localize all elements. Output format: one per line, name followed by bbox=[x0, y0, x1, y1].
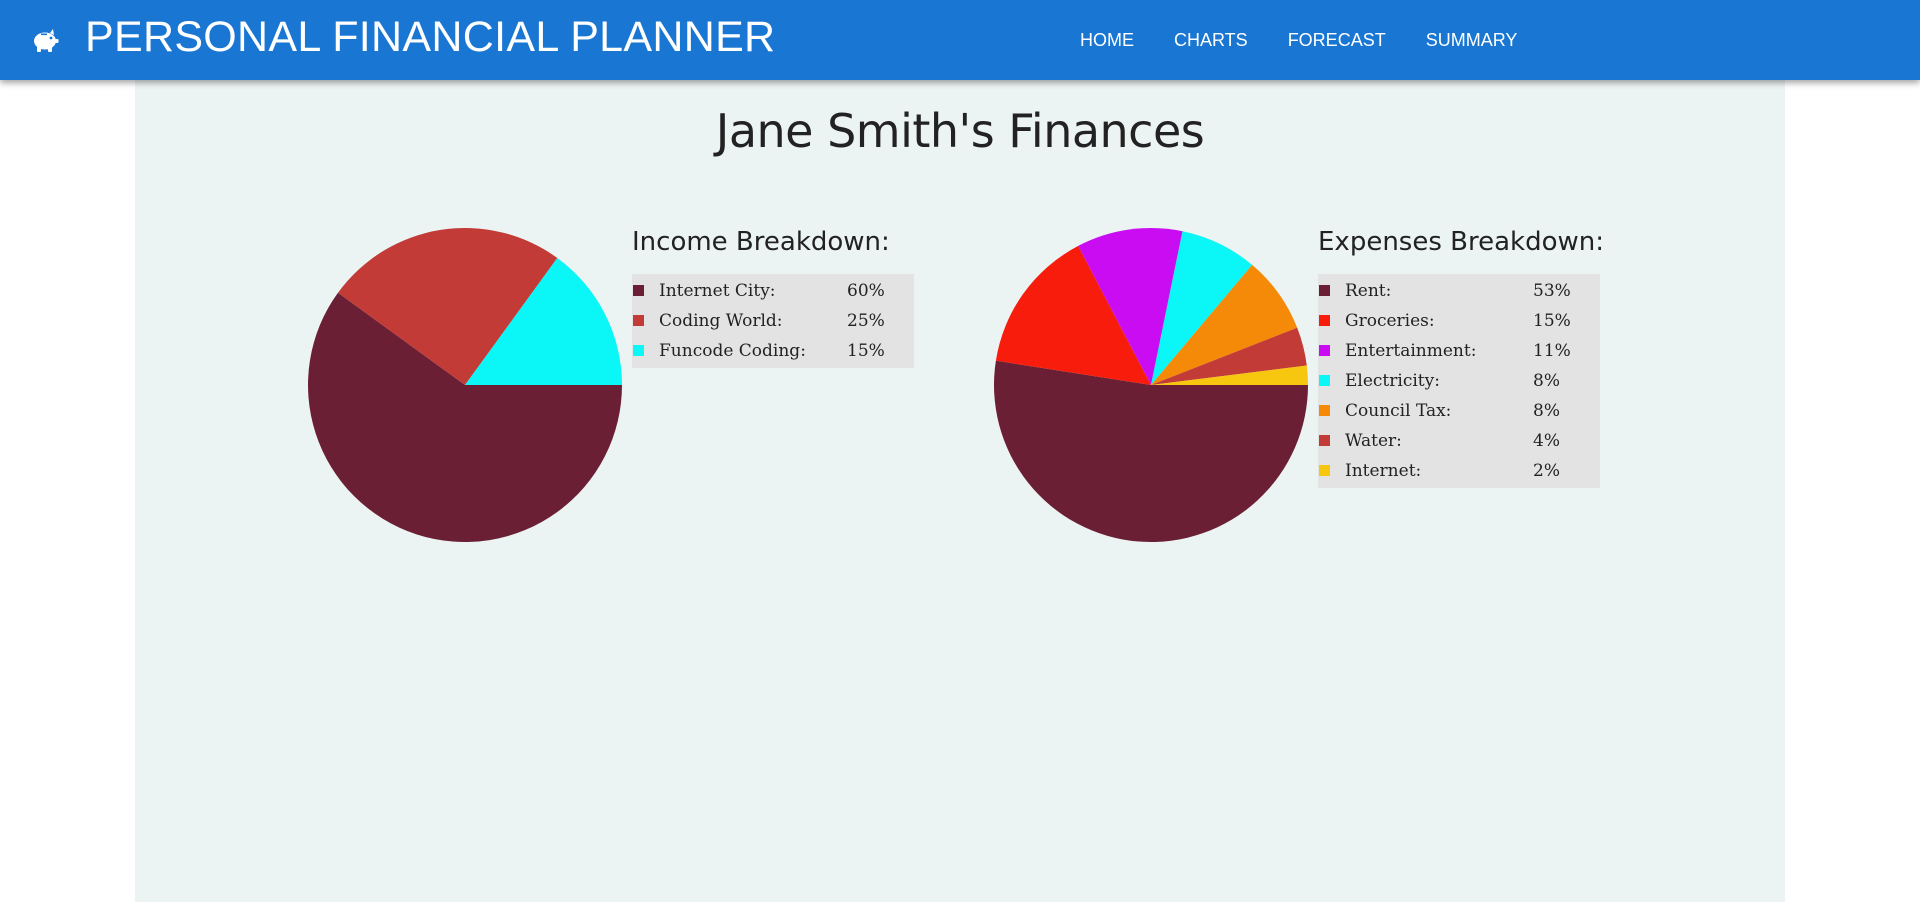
legend-swatch bbox=[1319, 315, 1330, 326]
legend-label: Council Tax: bbox=[1345, 401, 1452, 421]
legend-swatch bbox=[1319, 375, 1330, 386]
legend-swatch bbox=[1319, 435, 1330, 446]
legend-percent: 4% bbox=[1533, 431, 1560, 451]
legend-label: Electricity: bbox=[1345, 371, 1440, 391]
legend-item: Water: 4% bbox=[1318, 426, 1600, 456]
legend-percent: 8% bbox=[1533, 371, 1560, 391]
legend-label: Internet City: bbox=[659, 281, 776, 301]
income-legend: Internet City: 60% Coding World: 25% Funcode… bbox=[632, 274, 914, 368]
legend-percent: 8% bbox=[1533, 401, 1560, 421]
legend-percent: 15% bbox=[1533, 311, 1571, 331]
expenses-legend: Rent: 53% Groceries: 15% Entertainment: 11% El… bbox=[1318, 274, 1600, 488]
legend-item: Coding World: 25% bbox=[632, 306, 914, 336]
legend-label: Entertainment: bbox=[1345, 341, 1477, 361]
page-title: Jane Smith's Finances bbox=[715, 104, 1205, 158]
legend-item: Internet: 2% bbox=[1318, 456, 1600, 486]
main-content: Jane Smith's Finances Income Breakdown: … bbox=[135, 80, 1785, 902]
expenses-legend-title: Expenses Breakdown: bbox=[1318, 227, 1604, 257]
legend-label: Coding World: bbox=[659, 311, 783, 331]
income-legend-title: Income Breakdown: bbox=[632, 227, 890, 257]
legend-swatch bbox=[633, 345, 644, 356]
legend-swatch bbox=[633, 285, 644, 296]
legend-item: Entertainment: 11% bbox=[1318, 336, 1600, 366]
legend-label: Water: bbox=[1345, 431, 1402, 451]
legend-item: Council Tax: 8% bbox=[1318, 396, 1600, 426]
nav-summary[interactable]: SUMMARY bbox=[1406, 30, 1538, 51]
pie-slice-rent[interactable] bbox=[994, 360, 1308, 542]
income-pie-chart bbox=[308, 228, 622, 542]
legend-item: Electricity: 8% bbox=[1318, 366, 1600, 396]
nav-forecast[interactable]: FORECAST bbox=[1268, 30, 1406, 51]
legend-percent: 25% bbox=[847, 311, 885, 331]
expenses-pie-chart bbox=[994, 228, 1308, 542]
app-header: PERSONAL FINANCIAL PLANNER HOME CHARTS F… bbox=[0, 0, 1920, 80]
piggy-bank-icon[interactable] bbox=[31, 27, 59, 53]
legend-swatch bbox=[1319, 285, 1330, 296]
legend-label: Groceries: bbox=[1345, 311, 1435, 331]
legend-item: Groceries: 15% bbox=[1318, 306, 1600, 336]
nav-home[interactable]: HOME bbox=[1060, 30, 1154, 51]
legend-label: Funcode Coding: bbox=[659, 341, 806, 361]
legend-item: Rent: 53% bbox=[1318, 276, 1600, 306]
legend-percent: 11% bbox=[1533, 341, 1571, 361]
legend-label: Internet: bbox=[1345, 461, 1422, 481]
legend-swatch bbox=[1319, 345, 1330, 356]
main-nav: HOME CHARTS FORECAST SUMMARY bbox=[1060, 0, 1537, 80]
legend-percent: 53% bbox=[1533, 281, 1571, 301]
legend-swatch bbox=[1319, 465, 1330, 476]
legend-percent: 60% bbox=[847, 281, 885, 301]
legend-swatch bbox=[1319, 405, 1330, 416]
app-title[interactable]: PERSONAL FINANCIAL PLANNER bbox=[85, 13, 775, 62]
legend-percent: 2% bbox=[1533, 461, 1560, 481]
legend-label: Rent: bbox=[1345, 281, 1392, 301]
legend-item: Internet City: 60% bbox=[632, 276, 914, 306]
legend-item: Funcode Coding: 15% bbox=[632, 336, 914, 366]
legend-swatch bbox=[633, 315, 644, 326]
nav-charts[interactable]: CHARTS bbox=[1154, 30, 1268, 51]
legend-percent: 15% bbox=[847, 341, 885, 361]
